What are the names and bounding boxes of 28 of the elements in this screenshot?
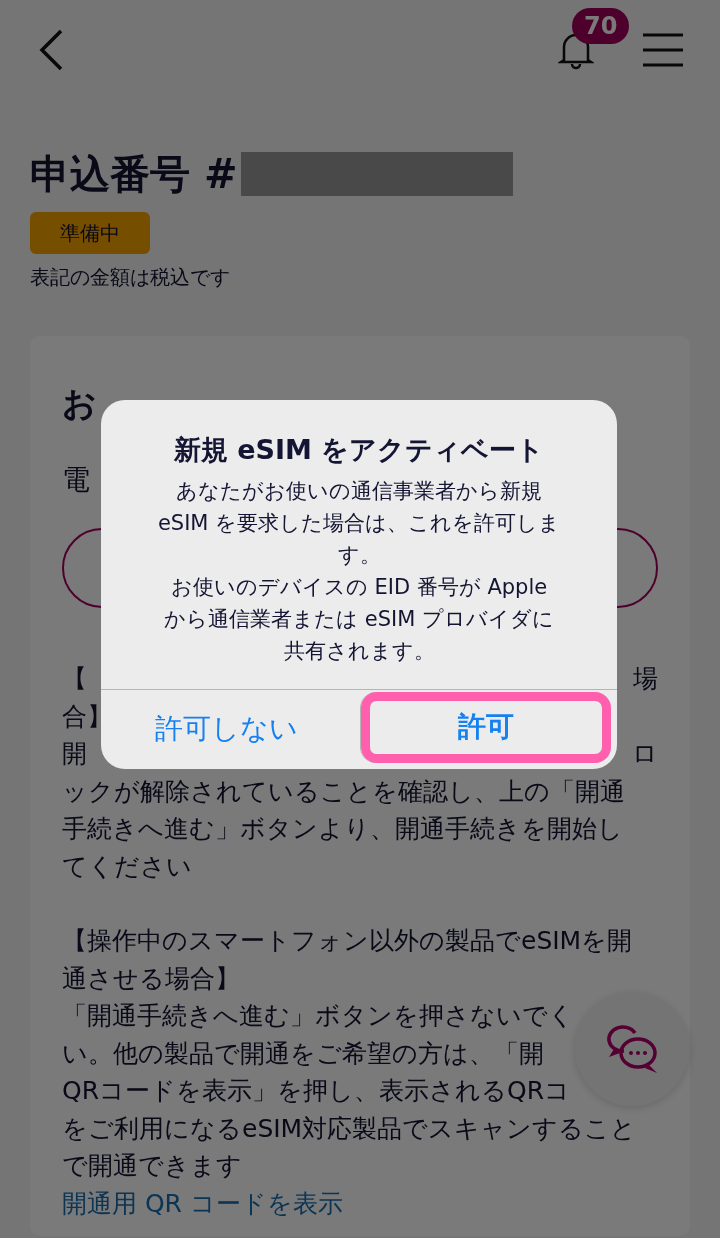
body-text: てください — [62, 850, 192, 883]
status-badge: 準備中 — [30, 212, 150, 254]
chat-bubbles-icon — [604, 1023, 660, 1075]
body-text: 開 — [62, 738, 87, 770]
body-text: ックが解除されていることを確認し、上の「開通 — [62, 775, 625, 808]
dialog-button[interactable]: 許可 — [359, 691, 611, 763]
tax-note: 表記の金額は税込です — [30, 264, 231, 291]
body-text: 【 — [62, 663, 87, 695]
body-text: ロ — [632, 738, 658, 770]
dialog-message: あなたがお使いの通信事業者から新規 eSIM を要求した場合は、これを許可します。 — [157, 477, 561, 569]
body-text: 通させる場合】 — [62, 962, 240, 995]
body-text: 「開通手続きへ進む」ボタンを押さないでく — [62, 1000, 574, 1032]
body-text: い。他の製品で開通をご希望の方は、「開 — [62, 1037, 544, 1070]
body-text: をご利用になるeSIM対応製品でスキャンすること — [62, 1112, 637, 1145]
field-label: 電 — [62, 463, 90, 496]
back-icon[interactable] — [38, 29, 64, 71]
body-text: 【操作中のスマートフォン以外の製品でeSIMを開 — [62, 925, 633, 957]
body-text: QRコードを表示」を押し、表示されるQRコ — [62, 1075, 571, 1107]
card-title: お — [62, 383, 97, 423]
notification-count: 70 — [572, 8, 630, 44]
page-title: 申込番号 # — [30, 154, 238, 194]
dialog-title: 新規 eSIM をアクティベート — [172, 433, 546, 467]
body-text: 場 — [633, 663, 658, 695]
dialog-message: お使いのデバイスの EID 番号が Apple から通信業者または eSIM プロバイダに共有されます。 — [163, 573, 555, 665]
body-text: で開通できます — [62, 1150, 242, 1182]
menu-icon[interactable] — [642, 32, 684, 68]
qr-code-link[interactable]: 開通用 QR コードを表示 — [62, 1188, 343, 1218]
body-text: 手続きへ進む」ボタンより、開通手続きを開始し — [62, 813, 623, 845]
